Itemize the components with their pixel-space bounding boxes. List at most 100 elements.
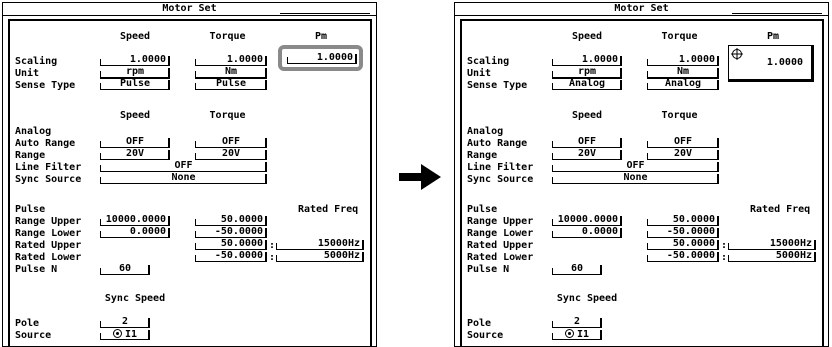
sync-speed-header: Sync Speed (556, 293, 618, 304)
source-value: I1 (576, 329, 590, 340)
range-lower-speed-field[interactable]: 0.0000 (552, 226, 622, 238)
rated-lower-torque-value: -50.0000 (214, 250, 263, 261)
pole-value: 2 (121, 316, 129, 327)
rated-lower-freq-value: 5000Hz (323, 250, 360, 261)
motor-set-panel-left: Motor Set Speed Torque Pm Scaling Unit S… (2, 2, 377, 347)
range-upper-torque-field[interactable]: 50.0000 (647, 215, 719, 226)
sense-torque-field[interactable]: Analog (647, 78, 719, 90)
pole-value: 2 (573, 316, 581, 327)
sense-speed-field[interactable]: Pulse (100, 78, 170, 90)
rated-lower-label: Rated Lower (467, 252, 534, 263)
rated-upper-label: Rated Upper (15, 240, 82, 251)
scaling-torque-field[interactable]: 1.0000 (195, 54, 267, 66)
rated-lower-torque-field[interactable]: -50.0000 (195, 250, 267, 262)
scaling-speed-field[interactable]: 1.0000 (100, 55, 170, 66)
rated-lower-torque-field[interactable]: -50.0000 (647, 250, 719, 262)
pulse-n-field[interactable]: 60 (100, 264, 150, 275)
unit-speed-field[interactable]: rpm (100, 67, 170, 78)
auto-range-speed-value: OFF (125, 136, 145, 147)
line-filter-label: Line Filter (15, 162, 82, 173)
separator-colon: : (721, 252, 728, 263)
auto-range-label: Auto Range (15, 138, 76, 149)
range-upper-speed-value: 10000.0000 (105, 214, 166, 225)
analog-speed-header: Speed (119, 110, 151, 121)
pm-entry-value: 1.0000 (766, 57, 803, 68)
unit-speed-field[interactable]: rpm (552, 67, 622, 78)
pulse-label: Pulse (15, 204, 46, 215)
range-upper-torque-value: 50.0000 (220, 214, 263, 225)
unit-label: Unit (15, 68, 40, 79)
unit-torque-field[interactable]: Nm (195, 67, 267, 78)
rated-lower-freq-field[interactable]: 5000Hz (276, 250, 364, 262)
unit-label: Unit (467, 68, 492, 79)
analog-label: Analog (467, 126, 504, 137)
range-lower-speed-field[interactable]: 0.0000 (100, 227, 170, 238)
range-torque-field[interactable]: 20V (647, 149, 719, 160)
rated-upper-torque-field[interactable]: 50.0000 (647, 239, 719, 250)
range-upper-torque-field[interactable]: 50.0000 (195, 214, 267, 226)
rated-upper-freq-value: 15000Hz (317, 238, 360, 249)
range-speed-field[interactable]: 20V (552, 148, 622, 160)
range-speed-value: 20V (577, 148, 597, 159)
range-upper-speed-field[interactable]: 10000.0000 (552, 214, 622, 226)
pm-entry-box[interactable]: 1.0000 (728, 45, 814, 82)
source-field[interactable]: I1 (552, 329, 602, 340)
settings-frame: Speed Torque Pm Scaling Unit Sense Type … (460, 19, 824, 346)
range-torque-field[interactable]: 20V (195, 149, 267, 160)
auto-range-label: Auto Range (467, 138, 528, 149)
scaling-pm-value: 1.0000 (316, 52, 353, 63)
range-speed-field[interactable]: 20V (100, 148, 170, 160)
sense-torque-field[interactable]: Pulse (195, 78, 267, 90)
rated-lower-torque-value: -50.0000 (666, 250, 715, 261)
speed-header: Speed (119, 31, 151, 42)
title-rule (280, 13, 370, 14)
sense-speed-value: Analog (568, 78, 606, 89)
rated-upper-torque-field[interactable]: 50.0000 (195, 238, 267, 250)
auto-range-speed-field[interactable]: OFF (100, 136, 170, 148)
auto-range-torque-field[interactable]: OFF (647, 137, 719, 148)
rated-upper-freq-field[interactable]: 15000Hz (276, 238, 364, 250)
scaling-torque-value: 1.0000 (226, 54, 263, 65)
line-filter-value: OFF (174, 160, 193, 171)
source-value: I1 (124, 329, 138, 340)
title-rule (732, 13, 822, 14)
sense-speed-field[interactable]: Analog (552, 78, 622, 90)
rated-lower-freq-field[interactable]: 5000Hz (728, 250, 816, 262)
rated-lower-freq-value: 5000Hz (775, 250, 812, 261)
source-field[interactable]: I1 (100, 329, 150, 340)
range-upper-speed-value: 10000.0000 (557, 214, 618, 225)
range-lower-speed-value: 0.0000 (581, 226, 618, 237)
source-label: Source (15, 330, 52, 341)
range-upper-label: Range Upper (467, 216, 534, 227)
sync-source-label: Sync Source (467, 174, 534, 185)
range-upper-speed-field[interactable]: 10000.0000 (100, 214, 170, 226)
rated-lower-label: Rated Lower (15, 252, 82, 263)
pulse-n-field[interactable]: 60 (552, 264, 602, 275)
sense-speed-value: Pulse (119, 78, 151, 89)
line-filter-field[interactable]: OFF (552, 161, 719, 172)
pm-header: Pm (314, 31, 328, 42)
auto-range-torque-field[interactable]: OFF (195, 136, 267, 148)
range-speed-value: 20V (125, 148, 145, 159)
auto-range-speed-field[interactable]: OFF (552, 136, 622, 148)
range-label: Range (15, 150, 46, 161)
auto-range-speed-value: OFF (577, 136, 597, 147)
scaling-pm-field[interactable]: 1.0000 (287, 52, 357, 64)
torque-header: Torque (661, 31, 698, 42)
rated-upper-freq-field[interactable]: 15000Hz (728, 239, 816, 250)
pole-field[interactable]: 2 (552, 316, 602, 328)
scaling-speed-value: 1.0000 (581, 54, 618, 65)
scaling-torque-field[interactable]: 1.0000 (647, 55, 719, 66)
range-lower-torque-field[interactable]: -50.0000 (647, 227, 719, 238)
scaling-speed-field[interactable]: 1.0000 (552, 54, 622, 66)
scaling-label: Scaling (15, 56, 58, 67)
line-filter-field[interactable]: OFF (100, 160, 267, 172)
rated-upper-torque-value: 50.0000 (220, 238, 263, 249)
panel-title-bar: Motor Set (455, 3, 828, 16)
sync-source-field[interactable]: None (552, 173, 719, 184)
pole-field[interactable]: 2 (100, 316, 150, 328)
auto-range-torque-value: OFF (221, 136, 241, 147)
sync-source-field[interactable]: None (100, 173, 267, 184)
unit-torque-field[interactable]: Nm (647, 67, 719, 78)
range-lower-torque-field[interactable]: -50.0000 (195, 227, 267, 238)
